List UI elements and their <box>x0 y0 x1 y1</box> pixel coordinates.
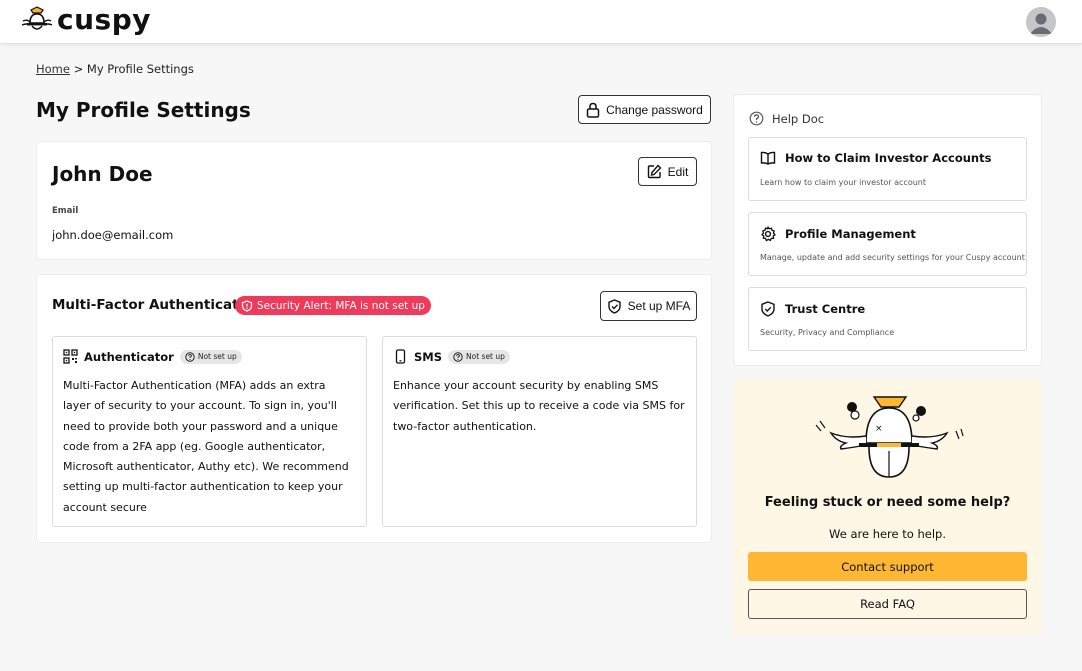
qr-code-icon <box>63 349 78 364</box>
security-alert-text: Security Alert: MFA is not set up <box>257 299 425 312</box>
question-circle-icon <box>749 111 764 126</box>
help-item-description: Manage, update and add security settings… <box>760 253 1025 262</box>
breadcrumb-current: My Profile Settings <box>86 62 194 76</box>
shield-check-icon <box>760 301 776 317</box>
security-alert-badge: Security Alert: MFA is not set up <box>235 296 431 315</box>
lock-icon <box>586 102 600 118</box>
logo-icon <box>21 5 53 35</box>
sms-option[interactable]: SMS Not set up Enhance your account secu… <box>382 336 697 527</box>
read-faq-button[interactable]: Read FAQ <box>748 589 1027 619</box>
setup-mfa-label: Set up MFA <box>627 299 691 313</box>
profile-card: John Doe Edit Email john.doe@email.com <box>36 141 712 260</box>
help-item-profile-management[interactable]: Profile Management Manage, update and ad… <box>748 212 1027 276</box>
support-subtitle: We are here to help. <box>829 527 946 541</box>
breadcrumb-separator: > <box>73 62 84 76</box>
help-item-description: Security, Privacy and Compliance <box>760 328 895 337</box>
authenticator-status-badge: Not set up <box>179 349 242 364</box>
help-item-description: Learn how to claim your investor account <box>760 178 926 187</box>
email-label: Email <box>52 206 79 216</box>
avatar[interactable] <box>1026 7 1056 37</box>
brand-name: cuspy <box>57 3 151 36</box>
breadcrumb: Home > My Profile Settings <box>36 62 194 76</box>
help-item-trust-centre[interactable]: Trust Centre Security, Privacy and Compl… <box>748 287 1027 351</box>
help-doc-header: Help Doc <box>749 111 824 126</box>
help-item-title: Profile Management <box>785 227 916 241</box>
change-password-button[interactable]: Change password <box>578 95 711 124</box>
support-illustration: × <box>811 391 966 481</box>
svg-text:×: × <box>875 424 883 434</box>
page-title: My Profile Settings <box>36 98 251 122</box>
help-item-title: Trust Centre <box>785 302 866 316</box>
authenticator-title: Authenticator <box>84 349 174 364</box>
support-title: Feeling stuck or need some help? <box>764 495 1011 510</box>
edit-button[interactable]: Edit <box>638 157 697 186</box>
sms-status-text: Not set up <box>466 352 505 361</box>
authenticator-option[interactable]: Authenticator Not set up Multi-Factor Au… <box>52 336 367 527</box>
gear-icon <box>760 226 776 242</box>
help-item-claim-investor-accounts[interactable]: How to Claim Investor Accounts Learn how… <box>748 137 1027 201</box>
question-icon <box>185 351 195 362</box>
sms-status-badge: Not set up <box>448 349 510 364</box>
mfa-title: Multi-Factor Authentication <box>52 297 263 313</box>
breadcrumb-home-link[interactable]: Home <box>36 62 70 76</box>
help-item-title: How to Claim Investor Accounts <box>785 151 992 165</box>
top-bar: cuspy <box>0 0 1082 44</box>
user-icon <box>1026 7 1056 37</box>
phone-icon <box>393 349 408 364</box>
shield-alert-icon <box>241 299 253 312</box>
sms-description: Enhance your account security by enablin… <box>393 379 685 433</box>
email-value: john.doe@email.com <box>52 228 174 242</box>
mfa-card: Multi-Factor Authentication Security Ale… <box>36 274 712 543</box>
question-icon <box>453 351 463 362</box>
brand-logo[interactable]: cuspy <box>21 4 151 36</box>
change-password-label: Change password <box>606 102 703 117</box>
edit-label: Edit <box>667 164 689 179</box>
shield-check-icon <box>607 298 622 314</box>
sms-title: SMS <box>414 349 443 364</box>
authenticator-status-text: Not set up <box>197 352 237 361</box>
profile-name: John Doe <box>52 162 153 186</box>
book-icon <box>760 151 776 165</box>
contact-support-button[interactable]: Contact support <box>748 552 1027 581</box>
support-card: × Feeling stuck or need some help? We ar… <box>733 379 1042 635</box>
help-doc-title: Help Doc <box>772 111 825 126</box>
edit-icon <box>647 164 662 179</box>
authenticator-description: Multi-Factor Authentication (MFA) adds a… <box>63 379 349 514</box>
setup-mfa-button[interactable]: Set up MFA <box>600 291 697 321</box>
help-doc-card: Help Doc How to Claim Investor Accounts … <box>733 94 1042 366</box>
